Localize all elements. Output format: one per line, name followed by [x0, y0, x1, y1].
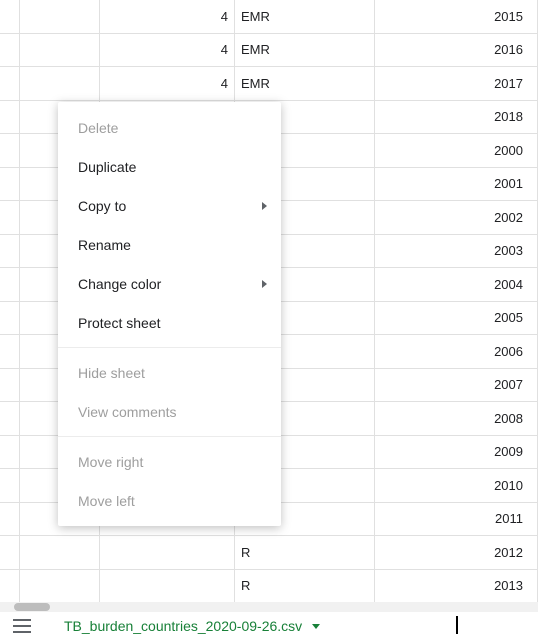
row-gutter: [0, 335, 20, 368]
col-c-cell[interactable]: R: [235, 536, 375, 569]
row-gutter: [0, 34, 20, 67]
col-c-cell[interactable]: R: [235, 570, 375, 603]
row-gutter: [0, 570, 20, 603]
menu-delete[interactable]: Delete: [58, 108, 281, 147]
menu-copy-to[interactable]: Copy to: [58, 186, 281, 225]
col-a-cell[interactable]: [20, 34, 100, 67]
col-d-cell[interactable]: 2002: [375, 201, 538, 234]
table-row[interactable]: 4EMR2017: [0, 67, 538, 101]
row-gutter: [0, 134, 20, 167]
row-gutter: [0, 101, 20, 134]
table-row[interactable]: R2012: [0, 536, 538, 570]
col-d-cell[interactable]: 2011: [375, 503, 538, 536]
row-gutter: [0, 168, 20, 201]
col-d-cell[interactable]: 2012: [375, 536, 538, 569]
col-b-cell[interactable]: 4: [100, 0, 235, 33]
table-row[interactable]: 4EMR2015: [0, 0, 538, 34]
menu-separator: [58, 347, 281, 348]
col-b-cell[interactable]: [100, 570, 235, 603]
table-row[interactable]: 4EMR2016: [0, 34, 538, 68]
text-caret: [456, 616, 458, 634]
row-gutter: [0, 268, 20, 301]
menu-duplicate[interactable]: Duplicate: [58, 147, 281, 186]
menu-hide-sheet[interactable]: Hide sheet: [58, 353, 281, 392]
col-d-cell[interactable]: 2004: [375, 268, 538, 301]
col-d-cell[interactable]: 2008: [375, 402, 538, 435]
col-d-cell[interactable]: 2001: [375, 168, 538, 201]
menu-protect-sheet[interactable]: Protect sheet: [58, 303, 281, 342]
col-d-cell[interactable]: 2015: [375, 0, 538, 33]
menu-move-right[interactable]: Move right: [58, 442, 281, 481]
sheet-tab-label: TB_burden_countries_2020-09-26.csv: [64, 618, 302, 634]
chevron-right-icon: [262, 202, 267, 210]
row-gutter: [0, 503, 20, 536]
col-d-cell[interactable]: 2017: [375, 67, 538, 100]
col-d-cell[interactable]: 2016: [375, 34, 538, 67]
col-d-cell[interactable]: 2003: [375, 235, 538, 268]
col-a-cell[interactable]: [20, 536, 100, 569]
col-d-cell[interactable]: 2013: [375, 570, 538, 603]
col-b-cell[interactable]: 4: [100, 34, 235, 67]
col-b-cell[interactable]: [100, 536, 235, 569]
col-b-cell[interactable]: 4: [100, 67, 235, 100]
row-gutter: [0, 67, 20, 100]
all-sheets-icon: [13, 619, 31, 633]
col-d-cell[interactable]: 2000: [375, 134, 538, 167]
row-gutter: [0, 302, 20, 335]
row-gutter: [0, 201, 20, 234]
col-c-cell[interactable]: EMR: [235, 34, 375, 67]
sheet-tab-active[interactable]: TB_burden_countries_2020-09-26.csv: [64, 613, 320, 639]
menu-separator: [58, 436, 281, 437]
menu-change-color-label: Change color: [78, 276, 161, 292]
row-gutter: [0, 436, 20, 469]
row-gutter: [0, 369, 20, 402]
col-d-cell[interactable]: 2010: [375, 469, 538, 502]
horizontal-scrollbar[interactable]: [0, 602, 538, 612]
sheet-context-menu: Delete Duplicate Copy to Rename Change c…: [58, 102, 281, 526]
col-d-cell[interactable]: 2006: [375, 335, 538, 368]
horizontal-scrollbar-thumb[interactable]: [14, 603, 50, 611]
menu-change-color[interactable]: Change color: [58, 264, 281, 303]
chevron-right-icon: [262, 280, 267, 288]
col-c-cell[interactable]: EMR: [235, 67, 375, 100]
menu-copy-to-label: Copy to: [78, 198, 126, 214]
menu-move-left[interactable]: Move left: [58, 481, 281, 520]
sheet-tab-dropdown-icon[interactable]: [312, 624, 320, 629]
col-d-cell[interactable]: 2005: [375, 302, 538, 335]
row-gutter: [0, 469, 20, 502]
menu-rename[interactable]: Rename: [58, 225, 281, 264]
col-d-cell[interactable]: 2018: [375, 101, 538, 134]
all-sheets-button[interactable]: [8, 614, 36, 638]
col-d-cell[interactable]: 2007: [375, 369, 538, 402]
col-a-cell[interactable]: [20, 0, 100, 33]
col-c-cell[interactable]: EMR: [235, 0, 375, 33]
menu-view-comments[interactable]: View comments: [58, 392, 281, 431]
table-row[interactable]: R2013: [0, 570, 538, 604]
row-gutter: [0, 536, 20, 569]
row-gutter: [0, 0, 20, 33]
col-a-cell[interactable]: [20, 570, 100, 603]
col-a-cell[interactable]: [20, 67, 100, 100]
row-gutter: [0, 402, 20, 435]
col-d-cell[interactable]: 2009: [375, 436, 538, 469]
row-gutter: [0, 235, 20, 268]
